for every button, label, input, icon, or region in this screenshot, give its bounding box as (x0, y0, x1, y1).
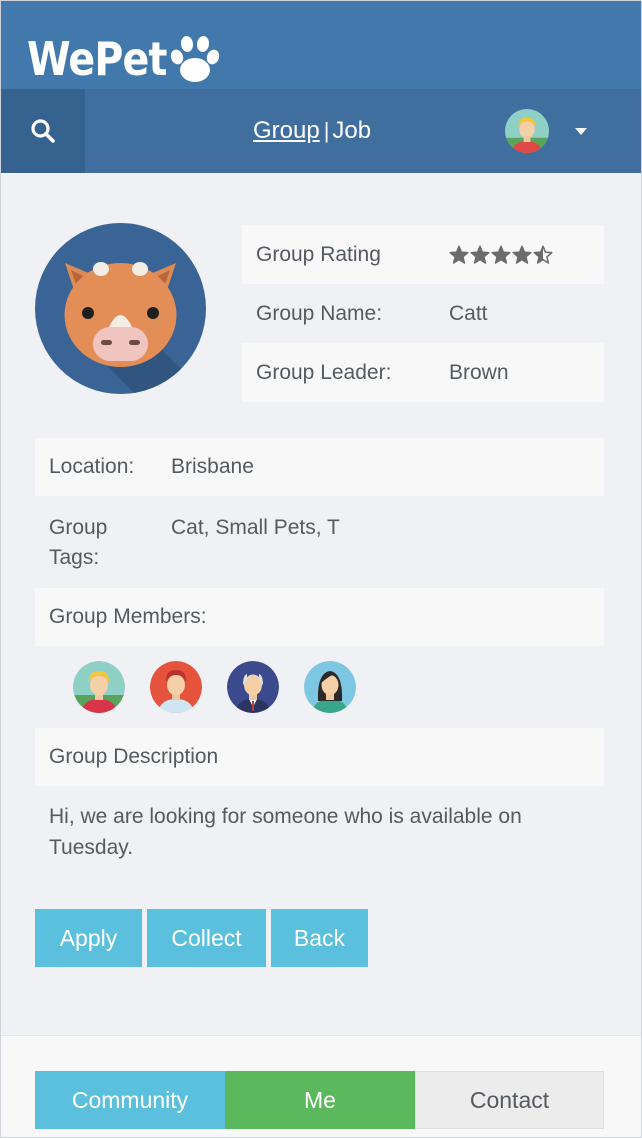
nav-group-link[interactable]: Group (253, 117, 320, 145)
back-button[interactable]: Back (271, 909, 368, 967)
member-avatar-list (73, 661, 356, 713)
star-full-icon (470, 245, 490, 264)
tags-value: Cat, Small Pets, T (171, 516, 340, 539)
action-buttons: Apply Collect Back (35, 909, 368, 967)
chevron-down-icon (575, 127, 587, 135)
group-leader-value[interactable]: Brown (449, 361, 604, 385)
rating-stars-container (449, 245, 604, 265)
rating-row: Group Rating (242, 225, 604, 284)
tags-row: Group Tags: Cat, Small Pets, T (35, 513, 604, 573)
nav-separator: | (323, 118, 330, 143)
member-avatar-red-hair[interactable] (150, 661, 202, 713)
star-half-icon (533, 245, 553, 264)
group-name-row: Group Name: Catt (242, 284, 604, 343)
star-full-icon (512, 245, 532, 264)
nav-links: Group | Job (253, 89, 371, 173)
group-name-value: Catt (449, 301, 488, 325)
logo[interactable]: WePet (27, 32, 220, 86)
nav-job-link[interactable]: Job (332, 117, 371, 145)
tags-section: Group Tags: Cat, Small Pets, T (35, 513, 604, 573)
user-avatar (505, 109, 549, 153)
location-value: Brisbane (171, 455, 254, 478)
rating-label: Group Rating (256, 242, 381, 266)
rating-stars (449, 245, 553, 265)
group-leader-label: Group Leader: (256, 360, 392, 384)
paw-icon (170, 36, 220, 82)
search-button[interactable] (1, 89, 85, 173)
tags-label: Group Tags: (49, 516, 108, 569)
apply-button[interactable]: Apply (35, 909, 142, 967)
brand-header: WePet (1, 1, 641, 89)
description-label: Group Description (49, 745, 219, 768)
description-section: Group Description (35, 728, 604, 786)
member-avatar-woman[interactable] (304, 661, 356, 713)
app-frame: WePet Group | Job Group Rating Group Nam… (0, 0, 642, 1138)
member-avatar-blond[interactable] (73, 661, 125, 713)
description-header-row: Group Description (35, 728, 604, 786)
member-avatar-elder[interactable] (227, 661, 279, 713)
footer-tabs: Community Me Contact (35, 1071, 604, 1129)
star-full-icon (491, 245, 511, 264)
description-text: Hi, we are looking for someone who is av… (49, 805, 522, 859)
tab-me[interactable]: Me (225, 1071, 415, 1129)
footer: Community Me Contact (1, 1035, 641, 1137)
brand-name: WePet (27, 32, 167, 86)
collect-button[interactable]: Collect (147, 909, 266, 967)
user-menu[interactable] (505, 109, 587, 153)
location-label: Location: (49, 455, 135, 478)
nav-bar: Group | Job (1, 89, 641, 173)
members-section: Group Members: (35, 588, 604, 646)
star-full-icon (449, 245, 469, 264)
members-label: Group Members: (49, 605, 207, 628)
members-row: Group Members: (35, 588, 604, 646)
group-info-table: Group Rating Group Name: Catt Group Lead… (242, 225, 604, 402)
search-icon (31, 119, 55, 143)
group-name-label: Group Name: (256, 301, 383, 325)
group-leader-row: Group Leader: Brown (242, 343, 604, 402)
cow-avatar-icon (35, 223, 206, 394)
tab-contact[interactable]: Contact (415, 1071, 604, 1129)
location-section: Location: Brisbane (35, 438, 604, 496)
tab-community[interactable]: Community (35, 1071, 225, 1129)
location-row: Location: Brisbane (35, 438, 604, 496)
